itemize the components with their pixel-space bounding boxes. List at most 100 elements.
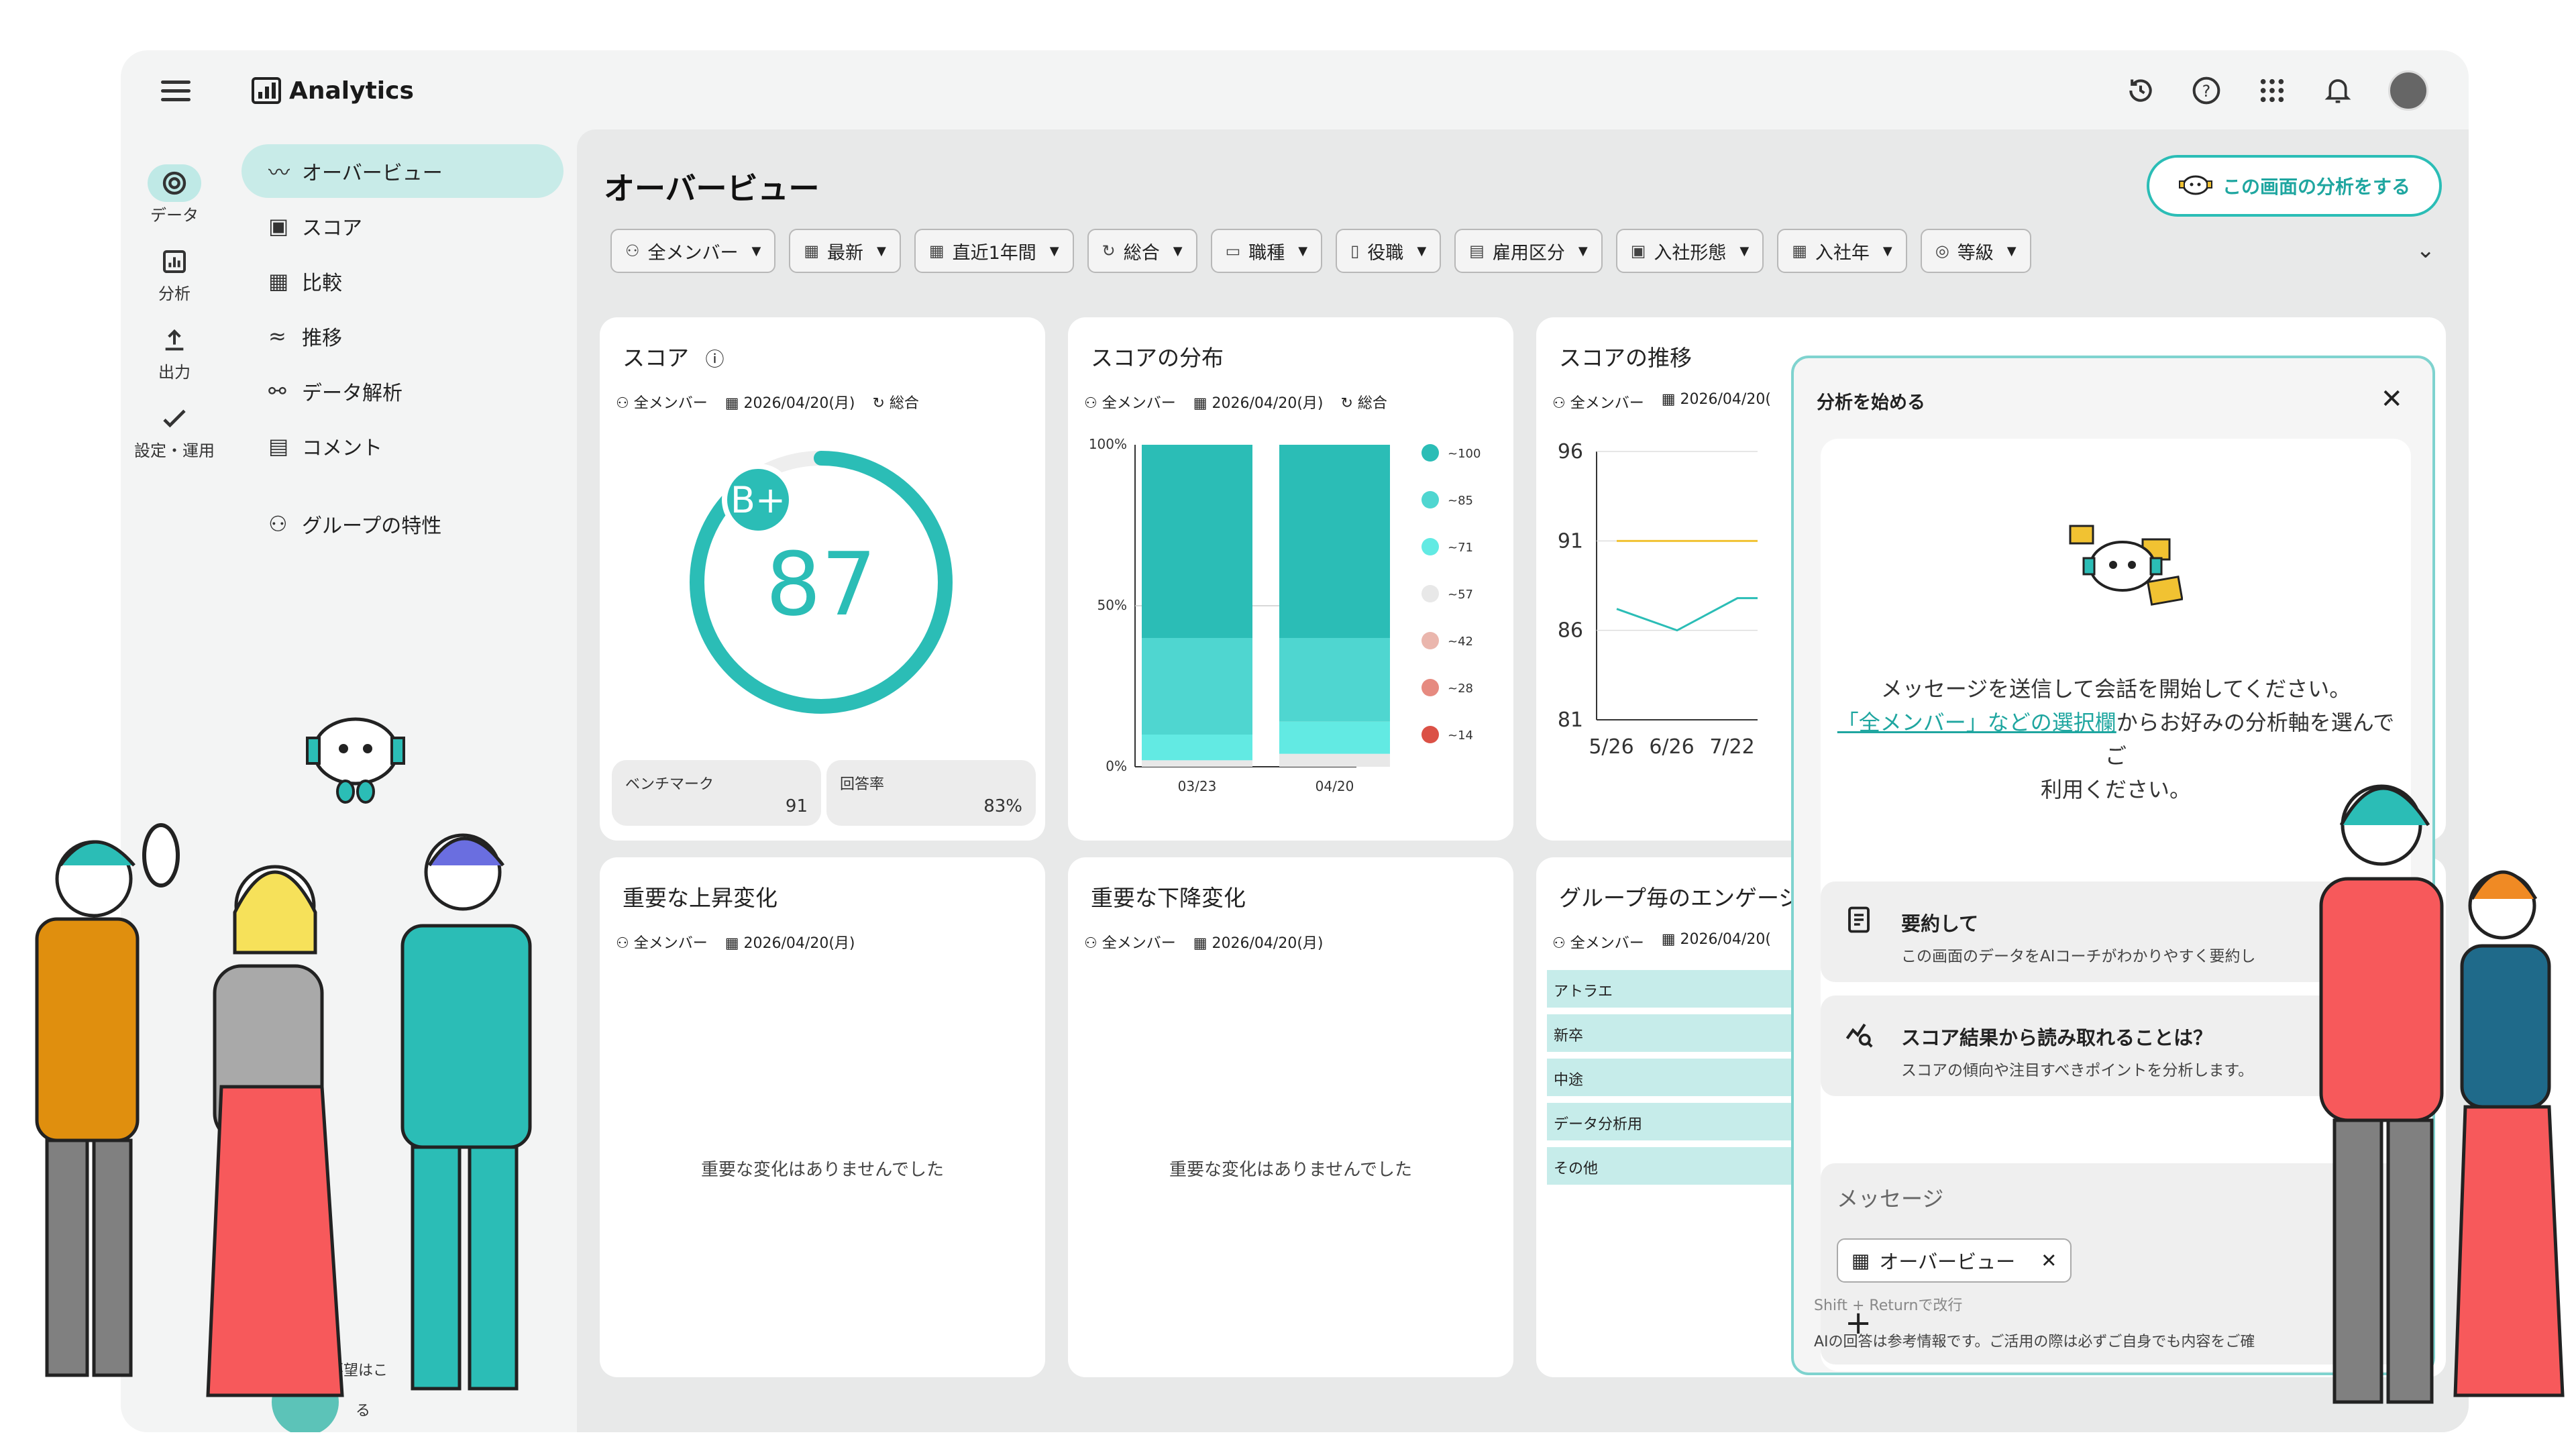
badge-icon: ▯: [1350, 241, 1360, 260]
filter-rank[interactable]: ◎ 等級 ▼: [1920, 229, 2031, 273]
app-logo[interactable]: Analytics: [252, 72, 414, 109]
apps-grid-icon[interactable]: [2257, 75, 2288, 106]
robot-mascot-illustration: [306, 717, 405, 804]
sidebar-item-label: グループの特性: [302, 515, 442, 538]
chip-label: オーバービュー: [1879, 1250, 2016, 1273]
y-tick-label: 0%: [1106, 758, 1127, 774]
chip-close-icon[interactable]: ✕: [2041, 1249, 2057, 1272]
filter-period[interactable]: ▦ 直近1年間 ▼: [914, 229, 1074, 273]
engagement-row[interactable]: 新卒: [1547, 1014, 1815, 1052]
benchmark-label: ベンチマーク: [625, 776, 714, 793]
date-meta: ▦ 2026/04/20(: [1661, 391, 1771, 408]
person-yellow-hair: [206, 865, 344, 1397]
expand-filters-icon[interactable]: ⌄: [2416, 237, 2436, 264]
user-avatar[interactable]: [2388, 70, 2428, 111]
y-tick-label: 50%: [1097, 597, 1127, 613]
close-icon[interactable]: ✕: [2380, 384, 2403, 415]
sidebar-nav: 〰オーバービュー ▣ スコア ▦ 比較 ≈ 推移 ⚯ データ解析 ▤ コメント ⚇ グループ…: [241, 144, 564, 1419]
y-tick-label: 91: [1558, 529, 1583, 553]
legend-label: ~85: [1448, 494, 1473, 508]
hamburger-menu-icon[interactable]: [161, 80, 191, 103]
filter-label: 入社年: [1815, 242, 1870, 264]
sidebar-item-compare[interactable]: ▦ 比較: [241, 254, 564, 308]
members-meta: ⚇ 全メンバー: [1084, 935, 1176, 952]
bar-segment: [1142, 445, 1252, 638]
engagement-row[interactable]: 中途: [1547, 1059, 1815, 1096]
intro-line: 利用ください。: [2040, 777, 2191, 802]
card-meta: ⚇ 全メンバー ▦ 2026/04/20(月) ↻ 総合: [1084, 391, 1387, 413]
filter-label: 総合: [1123, 242, 1160, 264]
chevron-down-icon: ▼: [1049, 244, 1059, 258]
rail-item-settings[interactable]: 設定・運用: [121, 400, 228, 461]
page-title: オーバービュー: [604, 170, 820, 207]
chat-title: 分析を始める: [1817, 392, 1925, 413]
robot-icon: [2178, 170, 2213, 202]
sidebar-item-group-traits[interactable]: ⚇ グループの特性: [241, 497, 564, 551]
suggestion-title: スコア結果から読み取れることは？: [1901, 1026, 2213, 1049]
rail-item-analysis[interactable]: 分析: [121, 243, 228, 304]
response-rate-label: 回答率: [840, 776, 885, 793]
bell-icon[interactable]: [2322, 75, 2353, 106]
filter-job-type[interactable]: ▭ 職種 ▼: [1210, 229, 1323, 273]
chevron-down-icon: ▼: [2006, 244, 2017, 258]
legend-swatch: [1421, 726, 1439, 743]
top-bar: Analytics ?: [121, 50, 2469, 131]
legend-swatch: [1421, 679, 1439, 696]
card-title: 重要な下降変化: [1091, 885, 1246, 911]
filter-position[interactable]: ▯ 役職 ▼: [1336, 229, 1442, 273]
filter-hire-type[interactable]: ▣ 入社形態 ▼: [1615, 229, 1764, 273]
filter-members[interactable]: ⚇ 全メンバー ▼: [610, 229, 776, 273]
analyze-screen-button[interactable]: この画面の分析をする: [2147, 155, 2442, 217]
analytics-logo-icon: [252, 77, 281, 104]
sidebar-item-data-analysis[interactable]: ⚯ データ解析: [241, 364, 564, 418]
x-tick-label: 7/22: [1709, 735, 1754, 759]
sidebar-item-comment[interactable]: ▤ コメント: [241, 419, 564, 473]
legend-label: ~42: [1448, 635, 1473, 649]
trend-icon: ≈: [268, 323, 286, 349]
members-meta: ⚇ 全メンバー: [1552, 395, 1644, 412]
suggestion-desc: スコアの傾向や注目すべきポイントを分析します。: [1901, 1062, 2254, 1079]
filter-hire-year[interactable]: ▦ 入社年 ▼: [1777, 229, 1907, 273]
date-meta: ▦ 2026/04/20(月): [724, 395, 855, 412]
engagement-row[interactable]: その他: [1547, 1147, 1815, 1185]
date-meta: ▦ 2026/04/20(月): [724, 935, 855, 952]
selector-link[interactable]: 「全メンバー」などの選択欄: [1837, 710, 2116, 735]
legend-swatch: [1421, 632, 1439, 649]
filter-overall[interactable]: ↻ 総合 ▼: [1087, 229, 1197, 273]
members-meta: ⚇ 全メンバー: [616, 935, 708, 952]
engagement-row[interactable]: アトラエ: [1547, 970, 1815, 1008]
context-chip[interactable]: ▦ オーバービュー ✕: [1837, 1238, 2072, 1283]
info-icon[interactable]: ⓘ: [706, 348, 724, 370]
help-icon[interactable]: ?: [2191, 75, 2222, 106]
robot-mascot-icon: [2069, 525, 2183, 606]
illustration-people-left: [35, 717, 532, 1397]
upload-icon: [148, 321, 201, 359]
person-red-jacket: [2319, 784, 2444, 1404]
filter-latest[interactable]: ▦ 最新 ▼: [789, 229, 901, 273]
engagement-row[interactable]: データ分析用: [1547, 1103, 1815, 1140]
sidebar-item-overview[interactable]: 〰オーバービュー: [241, 144, 564, 198]
history-icon[interactable]: [2125, 75, 2156, 106]
empty-message: 重要な変化はありませんでした: [701, 1160, 944, 1180]
chevron-down-icon: ▼: [1882, 244, 1892, 258]
legend-swatch: [1421, 538, 1439, 555]
filter-label: 役職: [1367, 242, 1404, 264]
filter-bar: ⚇ 全メンバー ▼ ▦ 最新 ▼ ▦ 直近1年間 ▼ ↻ 総合 ▼ ▭ 職種 ▼ ▯ 役職 ▼ ▤ 雇用区…: [610, 229, 2031, 273]
chevron-down-icon: ▼: [1298, 244, 1308, 258]
rail-item-data[interactable]: データ: [121, 164, 228, 225]
sidebar-item-label: オーバービュー: [302, 162, 443, 185]
sidebar-item-score[interactable]: ▣ スコア: [241, 199, 564, 253]
x-tick-label: 5/26: [1589, 735, 1633, 759]
filter-label: 直近1年間: [952, 242, 1036, 264]
filter-employment[interactable]: ▤ 雇用区分 ▼: [1454, 229, 1603, 273]
briefcase-icon: ▭: [1225, 241, 1241, 260]
sidebar-item-label: コメント: [302, 437, 382, 460]
rail-item-output[interactable]: 出力: [121, 321, 228, 382]
overview-icon: 〰: [268, 160, 290, 185]
card-title: スコアの推移: [1559, 345, 1692, 371]
sidebar-item-trend[interactable]: ≈ 推移: [241, 309, 564, 363]
calendar-icon: ▦: [928, 241, 945, 260]
table-icon: ▦: [268, 268, 289, 294]
series-line: [1616, 597, 1758, 632]
settings-check-icon: [148, 400, 201, 437]
